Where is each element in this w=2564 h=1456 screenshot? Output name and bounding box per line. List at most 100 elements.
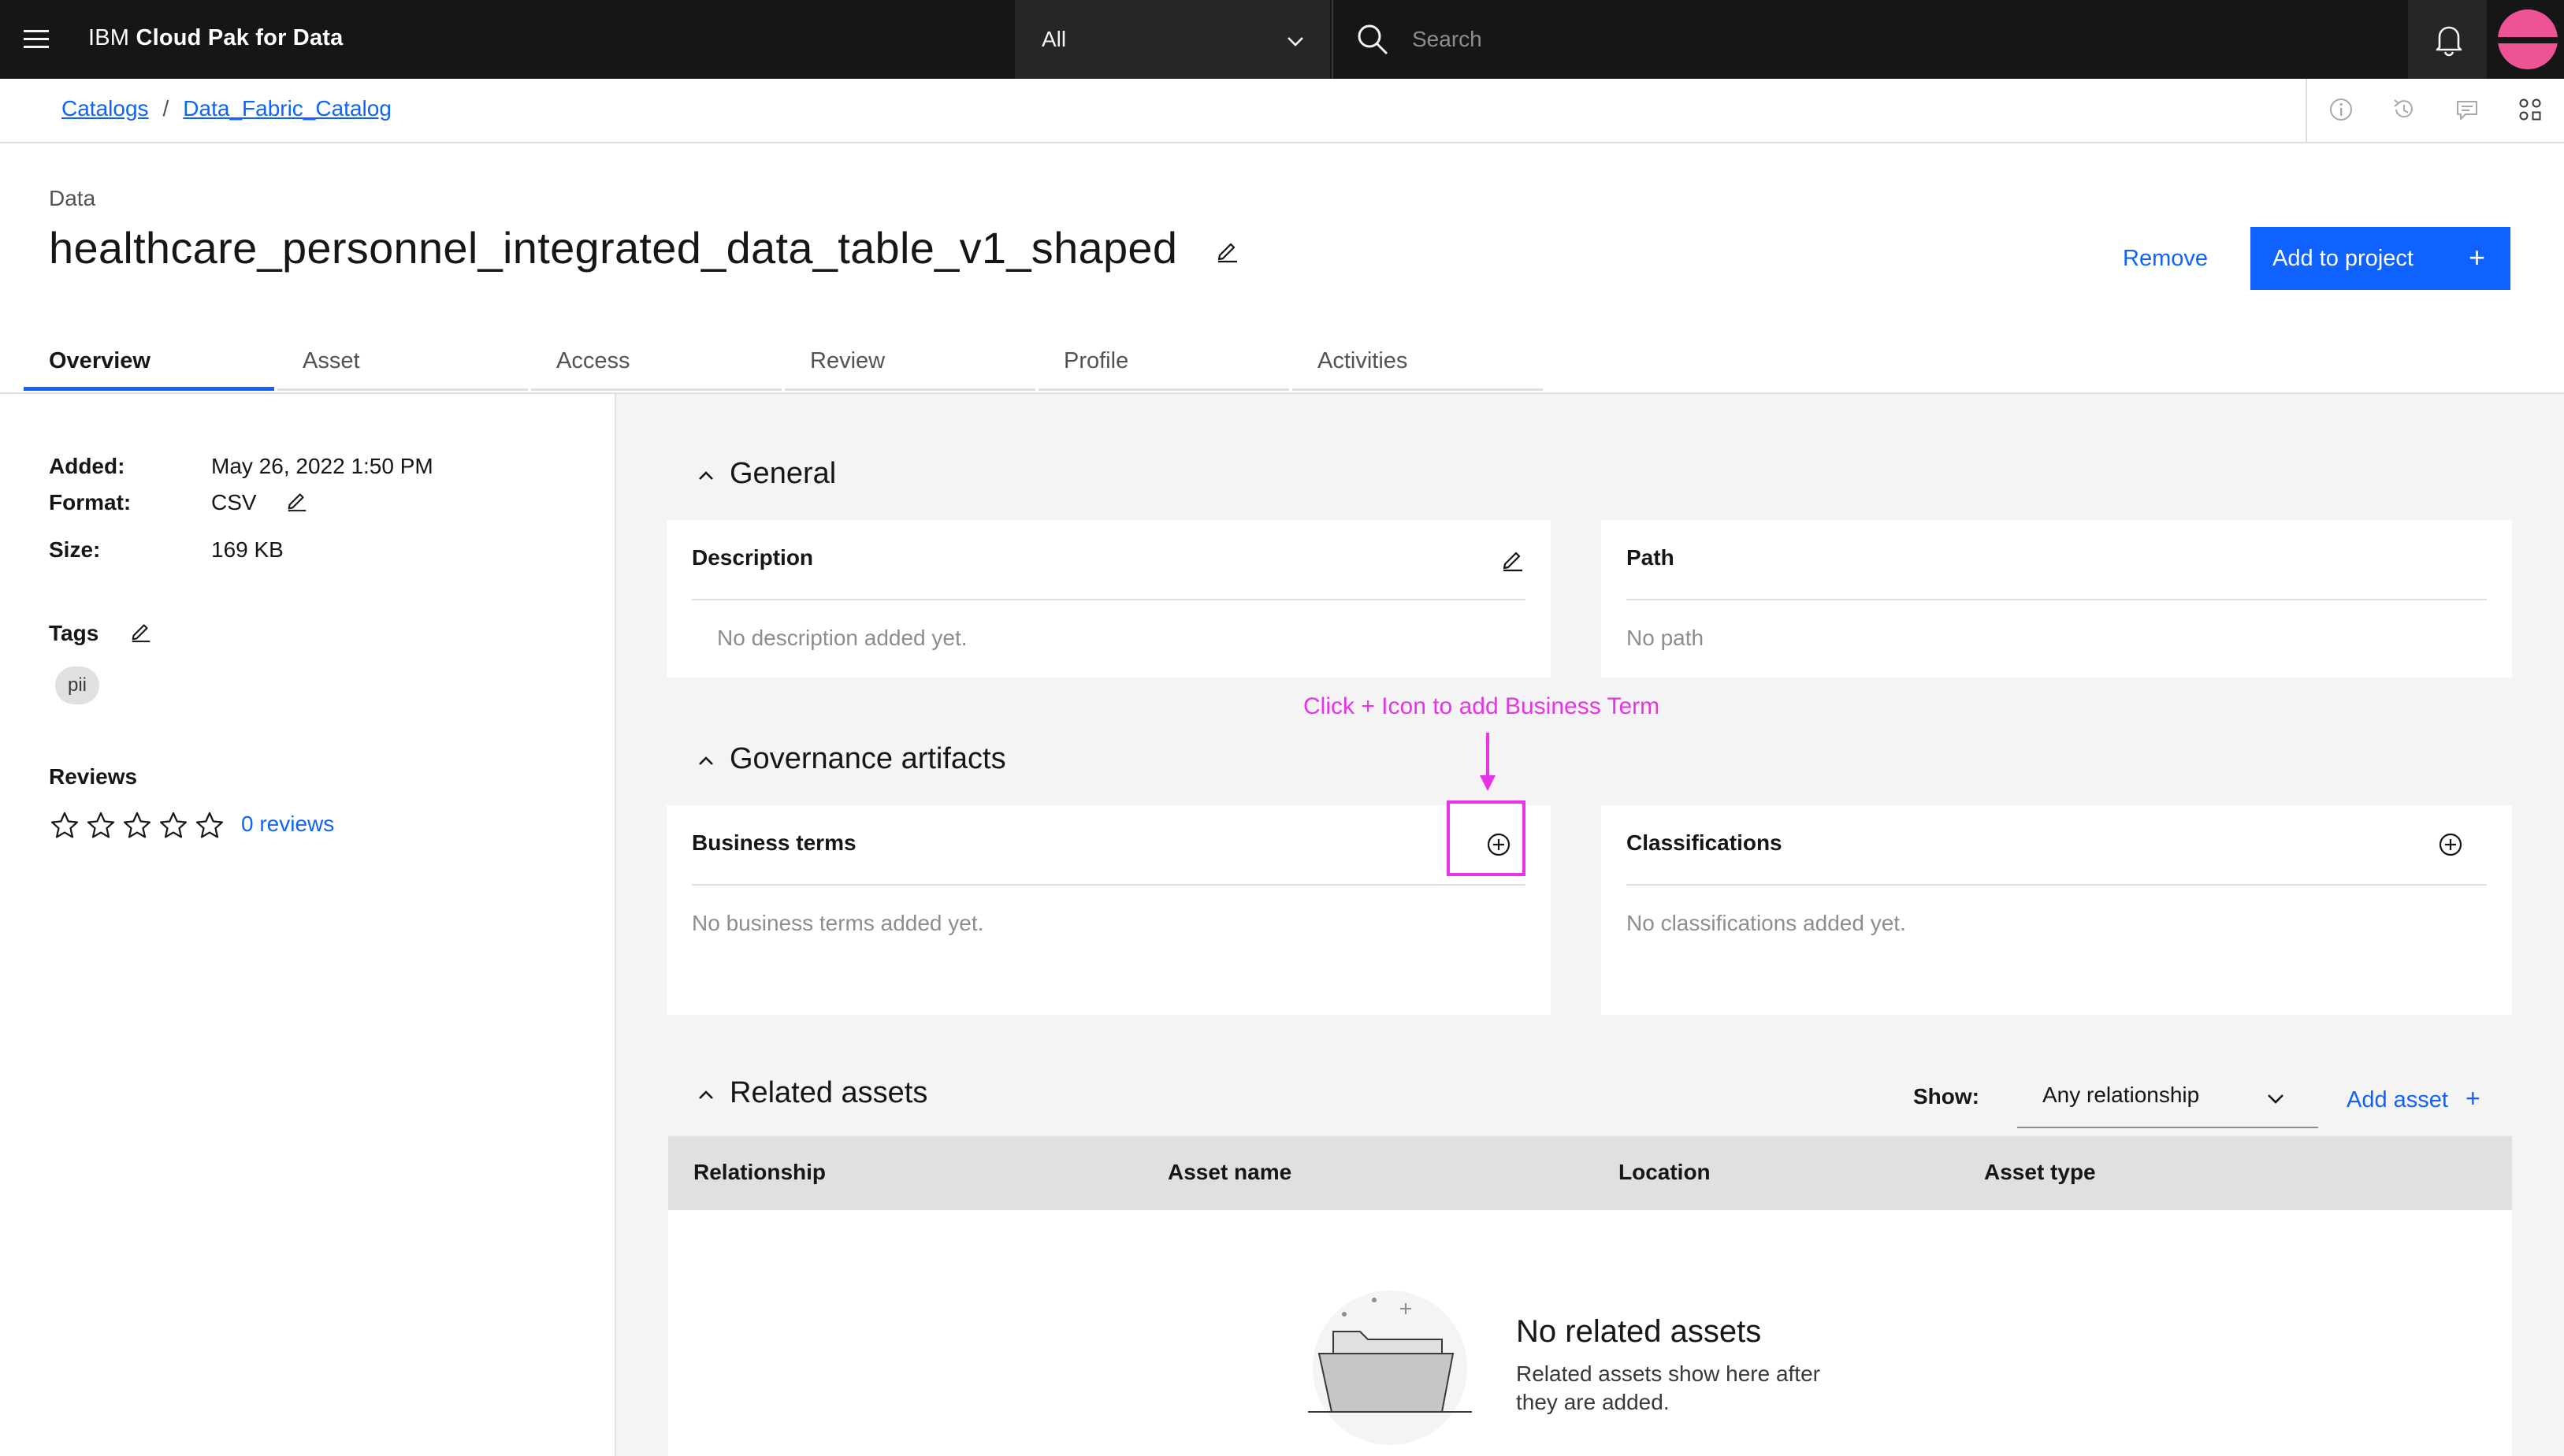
breadcrumb-bar: Catalogs / Data_Fabric_Catalog: [0, 79, 2564, 143]
edit-title-pencil-icon[interactable]: [1215, 238, 1240, 263]
size-value: 169 KB: [211, 537, 284, 562]
tags-heading: Tags: [49, 621, 99, 645]
description-empty: No description added yet.: [717, 626, 968, 650]
relationships-button[interactable]: [2498, 79, 2561, 142]
column-location[interactable]: Location: [1618, 1160, 1711, 1185]
related-section-title: Related assets: [730, 1076, 928, 1109]
user-avatar-button[interactable]: [2490, 0, 2564, 79]
search-input[interactable]: [1410, 20, 2359, 58]
description-title: Description: [692, 545, 814, 570]
related-assets-table-header: Relationship Asset name Location Asset t…: [668, 1136, 2512, 1210]
path-card: Path No path: [1601, 520, 2512, 678]
tab-profile[interactable]: Profile: [1039, 331, 1289, 391]
breadcrumb-data-fabric-catalog[interactable]: Data_Fabric_Catalog: [183, 96, 392, 121]
global-search[interactable]: [1332, 0, 2410, 79]
page-title: healthcare_personnel_integrated_data_tab…: [49, 223, 1178, 273]
column-asset-type[interactable]: Asset type: [1984, 1160, 2096, 1185]
column-relationship[interactable]: Relationship: [693, 1160, 826, 1185]
breadcrumb: Catalogs / Data_Fabric_Catalog: [61, 96, 392, 121]
add-to-project-button[interactable]: Add to project +: [2250, 227, 2510, 290]
show-label: Show:: [1913, 1084, 1979, 1109]
history-icon: [2394, 99, 2413, 118]
star-icon: [50, 812, 79, 838]
remove-button[interactable]: Remove: [2115, 227, 2216, 290]
card-divider: [692, 884, 1525, 886]
edit-format-pencil-icon[interactable]: [285, 488, 309, 512]
history-button[interactable]: [2372, 79, 2435, 142]
chat-icon: [2457, 101, 2477, 120]
format-value: CSV: [211, 490, 257, 514]
info-icon: [2330, 98, 2352, 121]
add-to-project-label: Add to project: [2272, 245, 2414, 271]
scope-value: All: [1042, 27, 1067, 51]
added-label: Added:: [49, 454, 125, 478]
description-card: Description No description added yet.: [667, 520, 1551, 678]
notifications-button[interactable]: [2408, 0, 2487, 79]
relationship-filter-dropdown[interactable]: Any relationship: [2017, 1064, 2318, 1128]
tab-overview[interactable]: Overview: [24, 331, 274, 391]
reviews-link[interactable]: 0 reviews: [241, 812, 334, 837]
path-title: Path: [1626, 545, 1674, 570]
business-terms-card: Business terms No business terms added y…: [667, 805, 1551, 1015]
empty-folder-icon: [1308, 1291, 1472, 1445]
collapse-general-chevron-up-icon[interactable]: [695, 465, 717, 487]
relationship-filter-value: Any relationship: [2042, 1083, 2200, 1107]
added-value: May 26, 2022 1:50 PM: [211, 454, 433, 478]
chevron-down-icon: [1284, 30, 1306, 52]
tab-review[interactable]: Review: [785, 331, 1035, 391]
edit-tags-pencil-icon[interactable]: [129, 619, 153, 643]
reviews-heading: Reviews: [49, 764, 138, 789]
collapse-related-chevron-up-icon[interactable]: [695, 1084, 717, 1106]
format-label: Format:: [49, 490, 132, 514]
product-brand[interactable]: IBM Cloud Pak for Data: [88, 25, 343, 51]
path-empty: No path: [1626, 626, 1704, 650]
details-panel: Added: May 26, 2022 1:50 PM Format: CSV …: [0, 394, 616, 1456]
classifications-card: Classifications No classifications added…: [1601, 805, 2512, 1015]
classifications-title: Classifications: [1626, 830, 1782, 855]
column-asset-name[interactable]: Asset name: [1168, 1160, 1291, 1185]
brand-product: Cloud Pak for Data: [136, 25, 344, 50]
annotation-text: Click + Icon to add Business Term: [1303, 693, 1660, 719]
size-label: Size:: [49, 537, 101, 562]
general-section-title: General: [730, 457, 837, 490]
empty-state-title: No related assets: [1516, 1314, 1762, 1349]
edit-description-pencil-icon[interactable]: [1500, 547, 1525, 572]
brand-prefix: IBM: [88, 25, 130, 50]
plus-icon: +: [2468, 241, 2485, 273]
collapse-governance-chevron-up-icon[interactable]: [695, 750, 717, 772]
governance-section-title: Governance artifacts: [730, 742, 1006, 775]
asset-kicker: Data: [49, 186, 96, 210]
business-terms-empty: No business terms added yet.: [692, 911, 984, 935]
star-icon: [159, 812, 188, 838]
toolbar-divider: [2306, 79, 2307, 142]
empty-state-subtitle: Related assets show here after they are …: [1516, 1361, 1820, 1414]
top-header: IBM Cloud Pak for Data All: [0, 0, 2564, 79]
breadcrumb-catalogs[interactable]: Catalogs: [61, 96, 149, 121]
bell-icon: [2436, 26, 2462, 57]
hamburger-menu-icon[interactable]: [19, 22, 54, 57]
star-icon: [123, 812, 151, 838]
annotation-arrow-icon: [1480, 733, 1496, 791]
breadcrumb-separator: /: [162, 96, 169, 121]
add-asset-label: Add asset: [2347, 1087, 2448, 1112]
avatar: [2498, 9, 2558, 69]
tab-activities[interactable]: Activities: [1292, 331, 1543, 391]
plus-icon: +: [2465, 1084, 2480, 1112]
tab-asset[interactable]: Asset: [277, 331, 528, 391]
card-divider: [1626, 599, 2487, 600]
tag-pii[interactable]: pii: [55, 667, 100, 704]
add-classification-add-circle-icon[interactable]: [2438, 832, 2463, 857]
comments-button[interactable]: [2435, 79, 2498, 142]
classifications-empty: No classifications added yet.: [1626, 911, 1906, 935]
star-icon: [87, 812, 115, 838]
star-rating[interactable]: [49, 810, 230, 841]
info-button[interactable]: [2309, 79, 2372, 142]
chevron-down-icon: [2268, 1094, 2283, 1104]
add-asset-button[interactable]: Add asset +: [2347, 1084, 2480, 1113]
annotation-highlight-box: [1447, 800, 1525, 876]
relationship-map-icon: [2519, 98, 2541, 121]
scope-dropdown[interactable]: All: [1015, 0, 1330, 79]
star-icon: [195, 812, 224, 838]
card-divider: [1626, 884, 2487, 886]
tab-access[interactable]: Access: [531, 331, 782, 391]
